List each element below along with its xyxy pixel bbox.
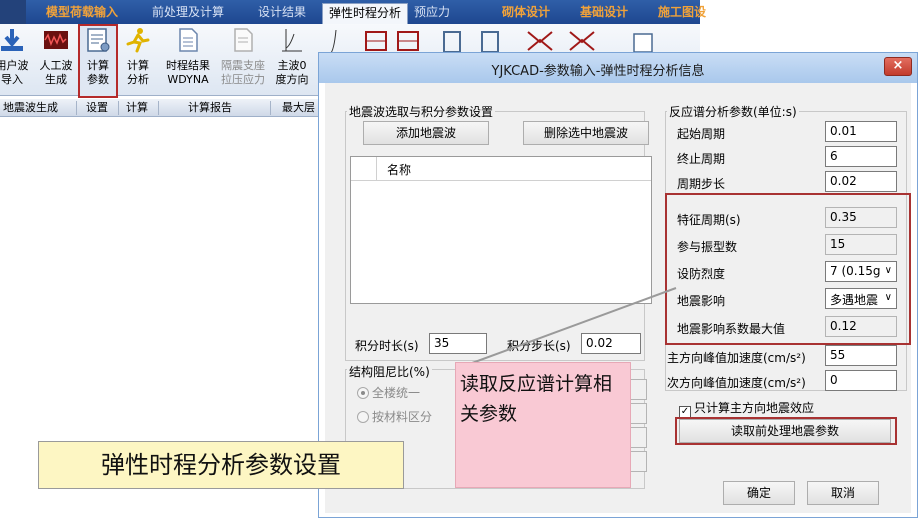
- step-input[interactable]: 0.02: [581, 333, 641, 354]
- group-calc: 计算: [126, 101, 148, 114]
- calc-params-button[interactable]: 计算 参数: [78, 24, 118, 98]
- dialog-titlebar[interactable]: YJKCAD-参数输入-弹性时程分析信息 ×: [319, 53, 917, 83]
- end-period-input[interactable]: 6: [825, 146, 897, 167]
- main-pga-input[interactable]: 55: [825, 345, 897, 366]
- group-max-layer: 最大层: [282, 101, 315, 114]
- document-icon: [179, 28, 198, 52]
- tab-foundation[interactable]: 基础设计: [574, 3, 634, 24]
- wave-list[interactable]: 名称: [350, 156, 652, 304]
- app-menu-button[interactable]: [0, 0, 26, 24]
- group-calc-report: 计算报告: [188, 101, 232, 114]
- wave-list-name-column: 名称: [387, 163, 412, 177]
- settings-sheet-icon: [87, 28, 110, 52]
- group-wave-generate: 地震波生成: [3, 101, 58, 114]
- tab-preprocess[interactable]: 前处理及计算: [146, 3, 230, 24]
- damping-material-radio[interactable]: 按材料区分: [357, 408, 432, 425]
- spectrum-group-title: 反应谱分析参数(单位:s): [667, 103, 799, 120]
- import-arrow-icon: [1, 29, 23, 51]
- step-label: 积分步长(s): [507, 339, 571, 353]
- user-wave-import-button[interactable]: 用户波 导入: [0, 26, 30, 87]
- radio-dot: [357, 387, 369, 399]
- duration-label: 积分时长(s): [355, 339, 419, 353]
- cancel-button[interactable]: 取消: [807, 481, 879, 505]
- annotation-note: 读取反应谱计算相关参数: [455, 362, 631, 488]
- ok-button[interactable]: 确定: [723, 481, 795, 505]
- damping-uniform-radio[interactable]: 全楼统一: [357, 384, 420, 401]
- tab-prestress[interactable]: 预应力: [408, 3, 456, 24]
- curve-chart-icon: [282, 29, 302, 52]
- group-settings: 设置: [86, 101, 108, 114]
- start-period-input[interactable]: 0.01: [825, 121, 897, 142]
- spectrum-highlight: [665, 193, 911, 345]
- period-step-input[interactable]: 0.02: [825, 171, 897, 192]
- sub-pga-label: 次方向峰值加速度(cm/s²): [667, 376, 806, 390]
- read-button-highlight: [675, 417, 897, 445]
- duration-input[interactable]: 35: [429, 333, 487, 354]
- annotation-banner: 弹性时程分析参数设置: [38, 441, 404, 489]
- artificial-wave-button[interactable]: 人工波 生成: [36, 26, 76, 87]
- ribbon-tab-bar: 模型荷载输入 前处理及计算 设计结果 弹性时程分析 预应力 砌体设计 基础设计 …: [0, 0, 706, 25]
- tab-design-results[interactable]: 设计结果: [252, 3, 312, 24]
- tab-model-load[interactable]: 模型荷载输入: [40, 3, 124, 24]
- end-period-label: 终止周期: [677, 152, 726, 166]
- document-grey-icon: [234, 28, 253, 52]
- isolation-bearing-stress-button[interactable]: 隔震支座 拉压应力: [216, 26, 270, 87]
- delete-selected-wave-button[interactable]: 删除选中地震波: [523, 121, 649, 145]
- tab-drawings[interactable]: 施工图设: [652, 3, 712, 24]
- ribbon-group-bar: 地震波生成 设置 计算 计算报告 最大层: [0, 99, 320, 117]
- wave-group-title: 地震波选取与积分参数设置: [347, 103, 496, 120]
- main-only-checkbox[interactable]: ✓ 只计算主方向地震效应: [679, 399, 814, 418]
- sub-pga-input[interactable]: 0: [825, 370, 897, 391]
- runner-icon: [126, 28, 150, 53]
- tab-masonry[interactable]: 砌体设计: [496, 3, 556, 24]
- wave-list-header: 名称: [351, 157, 651, 181]
- dialog-title: YJKCAD-参数输入-弹性时程分析信息: [491, 64, 705, 79]
- close-button[interactable]: ×: [884, 57, 912, 76]
- wave-generate-icon: [44, 31, 68, 49]
- tab-elastic-time-history[interactable]: 弹性时程分析: [322, 3, 409, 25]
- period-step-label: 周期步长: [677, 177, 726, 191]
- damping-group-title: 结构阻尼比(%): [347, 363, 432, 380]
- time-history-result-button[interactable]: 时程结果 WDYNA: [162, 26, 214, 87]
- main-wave-direction-button[interactable]: 主波0 度方向: [272, 26, 312, 87]
- start-period-label: 起始周期: [677, 127, 726, 141]
- add-wave-button[interactable]: 添加地震波: [363, 121, 489, 145]
- calc-analysis-button[interactable]: 计算 分析: [120, 26, 156, 87]
- radio-dot: [357, 411, 369, 423]
- main-pga-label: 主方向峰值加速度(cm/s²): [667, 351, 806, 365]
